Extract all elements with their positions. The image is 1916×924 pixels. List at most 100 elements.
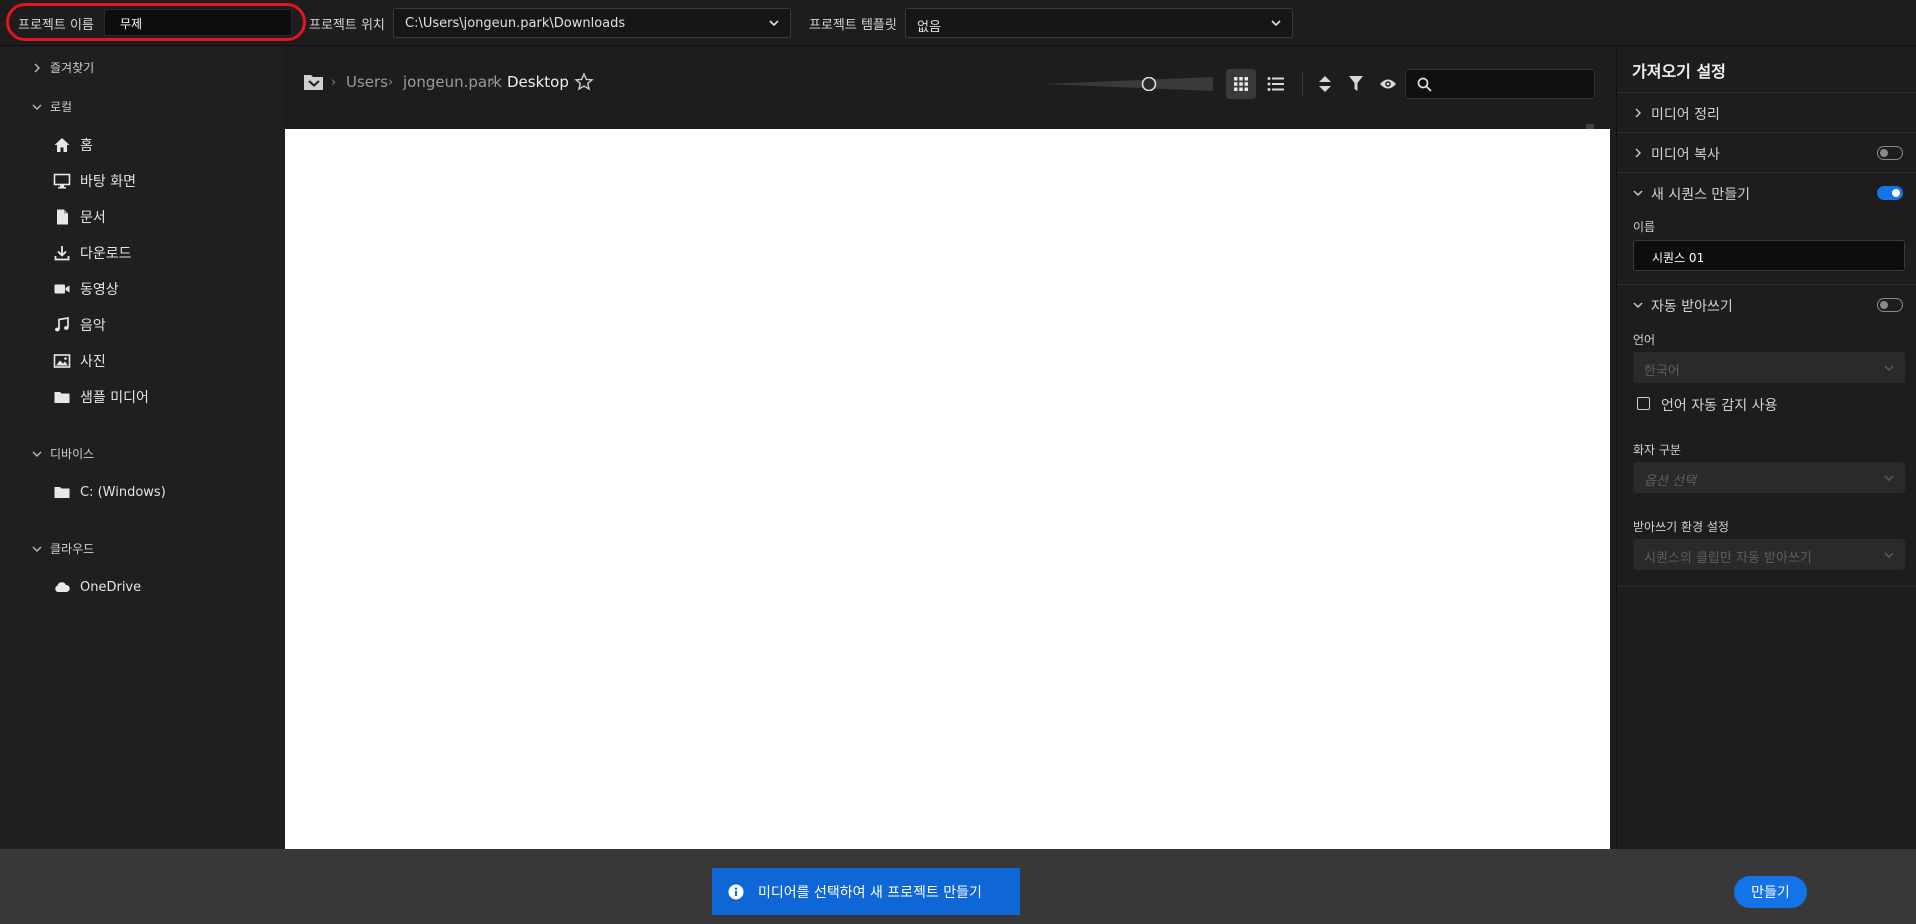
photo-icon xyxy=(52,351,72,371)
sidebar-item-videos[interactable]: 동영상 xyxy=(52,277,119,301)
sidebar-item-label: 음악 xyxy=(80,318,106,334)
breadcrumb-users[interactable]: Users xyxy=(346,73,388,91)
media-copy-toggle[interactable] xyxy=(1877,146,1903,160)
filter-icon xyxy=(1349,76,1363,91)
document-icon xyxy=(52,207,72,227)
chevron-down-icon xyxy=(32,546,42,552)
preview-visibility-button[interactable] xyxy=(1373,69,1403,99)
sort-icon xyxy=(1319,76,1331,92)
sidebar-item-label: 사진 xyxy=(80,354,106,370)
language-select[interactable]: 한국어 xyxy=(1633,352,1905,383)
breadcrumb-separator: › xyxy=(490,75,496,90)
search-input[interactable] xyxy=(1438,74,1588,94)
chevron-down-icon xyxy=(1884,552,1894,558)
cloud-label: 클라우드 xyxy=(50,542,95,556)
favorites-section-header[interactable]: 즐겨찾기 xyxy=(32,59,94,76)
desktop-icon xyxy=(52,171,72,191)
folder-icon xyxy=(52,387,72,407)
folder-icon xyxy=(52,482,72,502)
chevron-down-icon xyxy=(1884,475,1894,481)
cloud-icon xyxy=(52,577,72,597)
sequence-name-label: 이름 xyxy=(1633,220,1656,234)
project-settings-bar: 프로젝트 이름 무제 프로젝트 위치 C:\Users\jongeun.park… xyxy=(0,0,1916,46)
download-icon xyxy=(52,243,72,263)
grid-icon xyxy=(1234,77,1248,91)
local-section-header[interactable]: 로컬 xyxy=(32,98,72,115)
transcribe-pref-label: 받아쓰기 환경 설정 xyxy=(1633,520,1729,534)
sidebar-item-label: C: (Windows) xyxy=(80,484,166,500)
media-copy-label: 미디어 복사 xyxy=(1651,147,1720,163)
folder-menu-icon[interactable] xyxy=(303,72,325,92)
breadcrumb-user-folder[interactable]: jongeun.park xyxy=(403,73,502,91)
media-browser-area[interactable] xyxy=(285,129,1610,849)
project-location-select[interactable]: C:\Users\jongeun.park\Downloads xyxy=(393,8,791,38)
media-copy-row[interactable]: 미디어 복사 xyxy=(1617,132,1916,172)
eye-icon xyxy=(1380,79,1396,89)
breadcrumb-separator: › xyxy=(331,75,337,90)
create-button[interactable]: 만들기 xyxy=(1734,876,1807,908)
project-location-label: 프로젝트 위치 xyxy=(309,18,385,33)
chevron-down-icon xyxy=(32,104,42,110)
favorite-star-icon[interactable] xyxy=(574,72,594,92)
transcribe-pref-value: 시퀀스의 클립만 자동 받아쓰기 xyxy=(1644,551,1812,566)
project-location-value: C:\Users\jongeun.park\Downloads xyxy=(405,16,626,31)
notice-text: 미디어를 선택하여 새 프로젝트 만들기 xyxy=(758,884,982,901)
breadcrumb-separator: › xyxy=(388,75,394,90)
breadcrumb-current[interactable]: Desktop xyxy=(507,73,569,91)
new-sequence-toggle[interactable] xyxy=(1877,186,1903,200)
sidebar-item-downloads[interactable]: 다운로드 xyxy=(52,241,132,265)
media-organize-label: 미디어 정리 xyxy=(1651,107,1720,123)
home-icon xyxy=(52,135,72,155)
media-organize-row[interactable]: 미디어 정리 xyxy=(1617,92,1916,132)
panel-title: 가져오기 설정 xyxy=(1632,62,1726,81)
sidebar-item-home[interactable]: 홈 xyxy=(52,133,93,157)
list-view-button[interactable] xyxy=(1261,69,1291,99)
sidebar-item-label: OneDrive xyxy=(80,579,142,595)
language-label: 언어 xyxy=(1633,333,1656,347)
devices-section-header[interactable]: 디바이스 xyxy=(32,445,94,462)
favorites-label: 즐겨찾기 xyxy=(50,61,95,75)
speaker-label: 화자 구분 xyxy=(1633,443,1681,457)
speaker-select[interactable]: 옵션 선택 xyxy=(1633,462,1905,493)
sidebar-item-label: 홈 xyxy=(80,138,93,154)
auto-detect-language-checkbox[interactable] xyxy=(1637,397,1650,410)
auto-transcribe-row[interactable]: 자동 받아쓰기 xyxy=(1617,284,1916,324)
chevron-down-icon xyxy=(1884,365,1894,371)
list-icon xyxy=(1267,77,1284,91)
transcribe-pref-select[interactable]: 시퀀스의 클립만 자동 받아쓰기 xyxy=(1633,539,1905,570)
sidebar-item-label: 문서 xyxy=(80,210,106,226)
project-name-input[interactable]: 무제 xyxy=(104,9,292,36)
project-name-label: 프로젝트 이름 xyxy=(18,18,94,33)
sidebar-item-desktop[interactable]: 바탕 화면 xyxy=(52,169,136,193)
sidebar-item-label: 다운로드 xyxy=(80,246,132,262)
cloud-section-header[interactable]: 클라우드 xyxy=(32,540,94,557)
project-template-value: 없음 xyxy=(917,20,941,35)
sidebar-item-onedrive[interactable]: OneDrive xyxy=(52,575,141,599)
toolbar-divider xyxy=(1302,71,1303,97)
thumbnail-size-slider[interactable] xyxy=(1043,77,1213,91)
sidebar-item-music[interactable]: 음악 xyxy=(52,313,106,337)
chevron-down-icon xyxy=(1633,190,1643,196)
sequence-name-input[interactable]: 시퀀스 01 xyxy=(1633,240,1905,271)
search-icon xyxy=(1417,77,1432,92)
project-name-value: 무제 xyxy=(120,17,143,31)
grid-view-button[interactable] xyxy=(1226,69,1256,99)
chevron-down-icon xyxy=(1271,20,1281,27)
slider-handle[interactable] xyxy=(1141,77,1157,91)
sidebar-item-documents[interactable]: 문서 xyxy=(52,205,106,229)
filter-button[interactable] xyxy=(1341,69,1371,99)
local-label: 로컬 xyxy=(50,100,73,114)
project-template-select[interactable]: 없음 xyxy=(905,8,1293,38)
sort-button[interactable] xyxy=(1310,69,1340,99)
sidebar-item-sample-media[interactable]: 샘플 미디어 xyxy=(52,385,149,409)
sidebar-item-photos[interactable]: 사진 xyxy=(52,349,106,373)
info-notice: 미디어를 선택하여 새 프로젝트 만들기 xyxy=(712,868,1020,915)
sequence-name-value: 시퀀스 01 xyxy=(1652,251,1705,265)
sidebar-item-c-drive[interactable]: C: (Windows) xyxy=(52,480,166,504)
project-template-label: 프로젝트 템플릿 xyxy=(809,18,897,33)
search-field[interactable] xyxy=(1405,69,1595,99)
auto-transcribe-toggle[interactable] xyxy=(1877,298,1903,312)
auto-transcribe-label: 자동 받아쓰기 xyxy=(1651,299,1733,315)
new-sequence-row[interactable]: 새 시퀀스 만들기 xyxy=(1617,172,1916,212)
import-settings-panel: 가져오기 설정 미디어 정리 미디어 복사 새 시퀀스 만들기 이름 시퀀스 0… xyxy=(1616,47,1916,849)
